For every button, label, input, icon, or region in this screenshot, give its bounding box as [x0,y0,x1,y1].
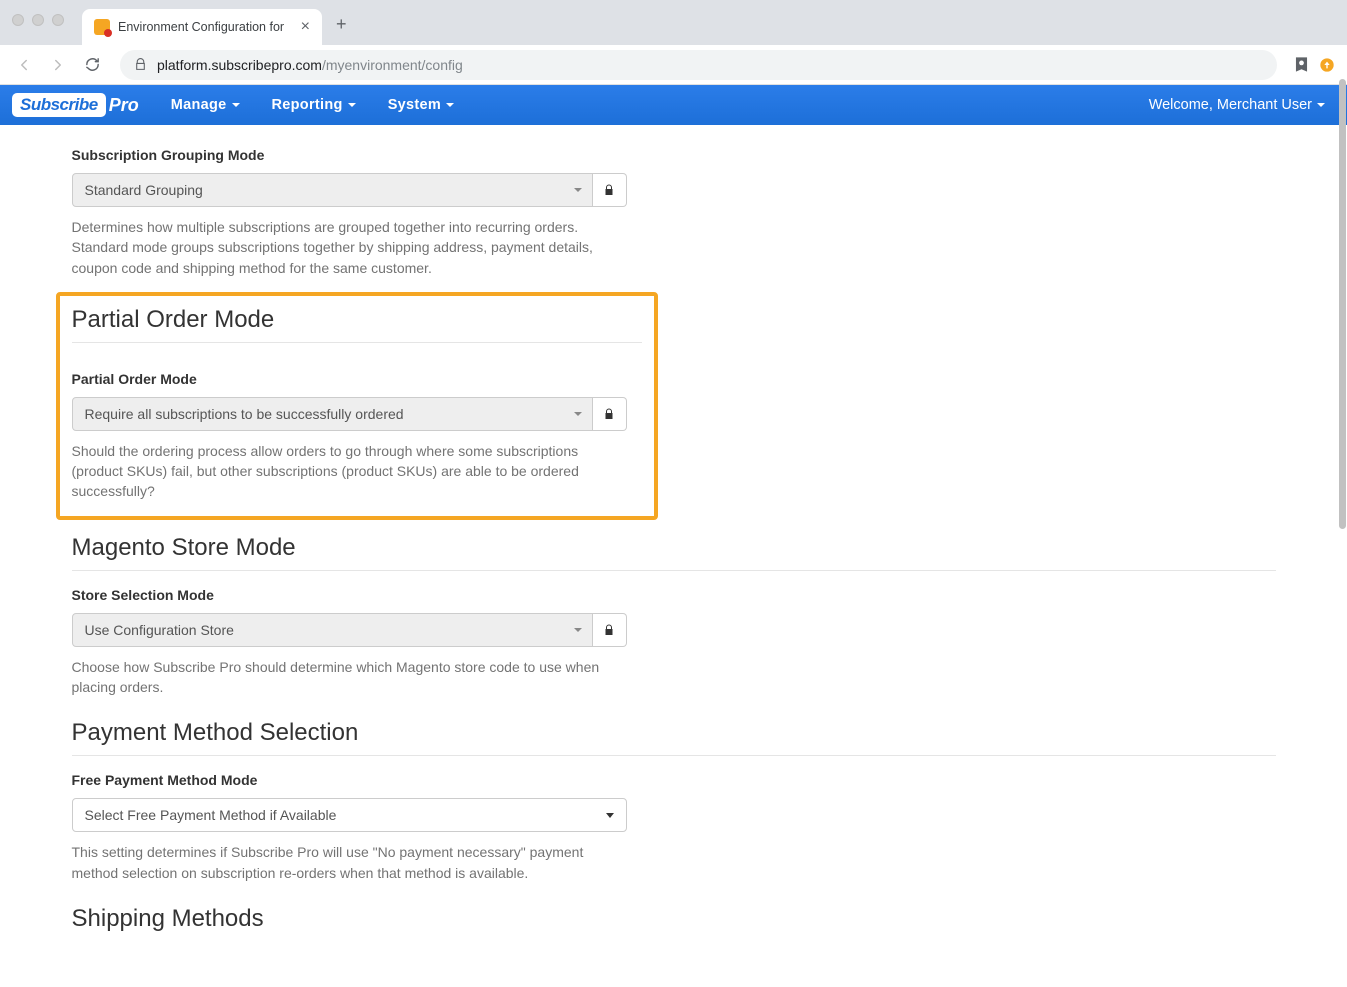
free-payment-method-select[interactable]: Select Free Payment Method if Available [72,798,627,832]
scrollbar[interactable] [1339,79,1346,868]
section-payment-method: Payment Method Selection Free Payment Me… [72,719,1276,883]
window-controls [12,14,64,26]
nav-label: Manage [171,97,227,113]
browser-tab-strip: Environment Configuration for × + [0,0,1347,45]
field-label: Store Selection Mode [72,587,1276,603]
extension-icon[interactable] [1317,55,1337,75]
field-row: Use Configuration Store [72,613,627,647]
nav-label: Reporting [272,97,343,113]
user-menu[interactable]: Welcome, Merchant User [1149,97,1335,113]
lock-button[interactable] [593,397,627,431]
logo-text-main: Subscribe [12,93,106,117]
section-magento-store-mode: Magento Store Mode Store Selection Mode … [72,534,1276,698]
tab-favicon-icon [94,19,110,35]
nav-label: System [388,97,441,113]
page-content: Subscription Grouping Mode Standard Grou… [54,147,1294,987]
forward-button[interactable] [44,51,72,79]
chevron-down-icon [606,813,614,818]
select-value: Use Configuration Store [85,622,234,638]
main-navbar: Subscribe Pro Manage Reporting System We… [0,85,1347,125]
welcome-text: Welcome, Merchant User [1149,97,1312,113]
section-title: Magento Store Mode [72,534,1276,571]
select-value: Standard Grouping [85,182,203,198]
help-text: Choose how Subscribe Pro should determin… [72,657,612,698]
chevron-down-icon [446,103,454,107]
lock-icon [134,58,147,71]
address-bar[interactable]: platform.subscribepro.com/myenvironment/… [120,50,1277,80]
close-window-button[interactable] [12,14,24,26]
field-row: Require all subscriptions to be successf… [72,397,627,431]
partial-order-mode-select[interactable]: Require all subscriptions to be successf… [72,397,593,431]
logo-text-suffix: Pro [109,95,139,116]
section-subscription-grouping: Subscription Grouping Mode Standard Grou… [72,147,1276,278]
chevron-down-icon [574,188,582,192]
select-value: Select Free Payment Method if Available [85,807,337,823]
field-row: Standard Grouping [72,173,627,207]
field-row: Select Free Payment Method if Available [72,798,627,832]
profile-icon[interactable] [1291,55,1311,75]
chevron-down-icon [574,412,582,416]
section-shipping-methods: Shipping Methods [72,905,1276,941]
help-text: Determines how multiple subscriptions ar… [72,217,612,278]
browser-toolbar: platform.subscribepro.com/myenvironment/… [0,45,1347,85]
nav-item-reporting[interactable]: Reporting [258,87,370,123]
help-text: This setting determines if Subscribe Pro… [72,842,612,883]
section-title: Shipping Methods [72,905,1276,941]
lock-button[interactable] [593,613,627,647]
back-button[interactable] [10,51,38,79]
browser-tab[interactable]: Environment Configuration for × [82,9,322,45]
chevron-down-icon [348,103,356,107]
nav-item-system[interactable]: System [374,87,468,123]
grouping-mode-select[interactable]: Standard Grouping [72,173,593,207]
highlighted-section-partial-order: Partial Order Mode Partial Order Mode Re… [56,292,658,520]
section-title: Payment Method Selection [72,719,1276,756]
maximize-window-button[interactable] [52,14,64,26]
nav-menu: Manage Reporting System [157,87,468,123]
lock-button[interactable] [593,173,627,207]
chevron-down-icon [232,103,240,107]
help-text: Should the ordering process allow orders… [72,441,612,502]
section-title: Partial Order Mode [72,306,642,343]
field-label: Partial Order Mode [72,371,642,387]
field-label: Free Payment Method Mode [72,772,1276,788]
new-tab-button[interactable]: + [336,14,347,35]
nav-item-manage[interactable]: Manage [157,87,254,123]
logo[interactable]: Subscribe Pro [12,93,139,117]
chevron-down-icon [1317,103,1325,107]
select-value: Require all subscriptions to be successf… [85,406,404,422]
scrollbar-thumb[interactable] [1339,79,1346,529]
url-text: platform.subscribepro.com/myenvironment/… [157,57,463,73]
store-selection-mode-select[interactable]: Use Configuration Store [72,613,593,647]
close-tab-icon[interactable]: × [301,19,310,35]
chevron-down-icon [574,628,582,632]
reload-button[interactable] [78,51,106,79]
tab-title: Environment Configuration for [118,20,284,34]
field-label: Subscription Grouping Mode [72,147,1276,163]
minimize-window-button[interactable] [32,14,44,26]
